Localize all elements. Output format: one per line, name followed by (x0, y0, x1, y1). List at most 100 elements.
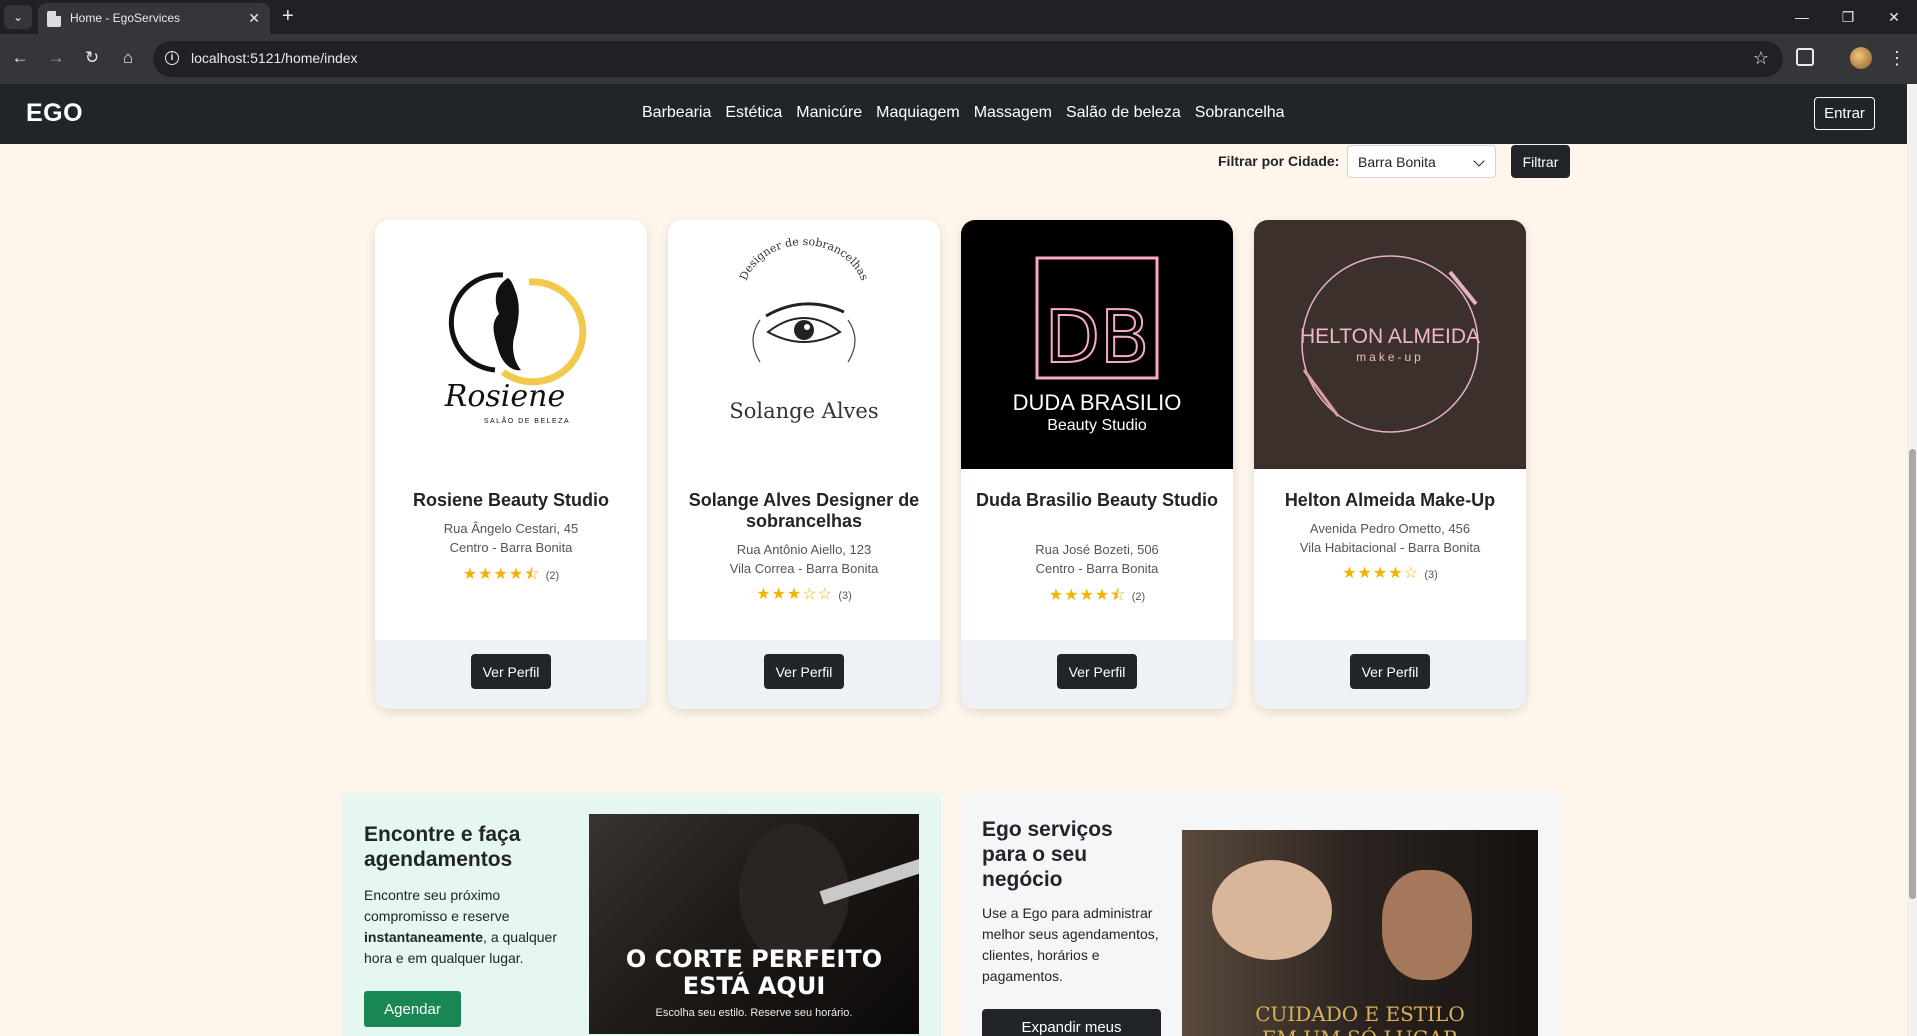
category-nav: Barbearia Estética Manicúre Maquiagem Ma… (642, 104, 1285, 122)
booking-promo-text: Encontre seu próximo compromisso e reser… (364, 887, 557, 966)
profile-avatar[interactable] (1850, 47, 1872, 69)
spa-barber-promo-image: CUIDADO E ESTILO EM UM SÓ LUGAR (1182, 830, 1538, 1036)
review-count: (3) (838, 590, 852, 602)
salon-address-city: Centro - Barra Bonita (449, 540, 573, 555)
schedule-button[interactable]: Agendar (364, 991, 461, 1027)
forward-arrow-icon[interactable]: → (44, 47, 68, 69)
view-profile-button[interactable]: Ver Perfil (1057, 654, 1137, 689)
star-rating: ★★★★⯪ (2) (375, 563, 647, 590)
page-scrollbar[interactable] (1907, 84, 1917, 1036)
nav-link-salao-de-beleza[interactable]: Salão de beleza (1066, 104, 1181, 122)
nav-link-maquiagem[interactable]: Maquiagem (876, 104, 960, 122)
new-tab-icon[interactable]: + (282, 5, 294, 27)
review-count: (2) (1131, 591, 1146, 603)
home-icon[interactable]: ⌂ (116, 47, 140, 69)
business-promo-panel: Ego serviços para o seu negócio Use a Eg… (961, 793, 1559, 1036)
nav-link-sobrancelha[interactable]: Sobrancelha (1195, 104, 1285, 122)
star-rating: ★★★☆☆ (3) (668, 584, 940, 604)
filter-button[interactable]: Filtrar (1511, 145, 1570, 178)
salon-card: HELTON ALMEIDA make-up Helton Almeida Ma… (1254, 220, 1526, 709)
tab-title: Home - EgoServices (70, 11, 181, 25)
image-subtitle: Escolha seu estilo. Reserve seu horário. (655, 1007, 853, 1019)
image-headline: O CORTE PERFEITO ESTÁ AQUI (625, 945, 883, 1000)
expand-business-button[interactable]: Expandir meus (982, 1009, 1161, 1036)
business-promo-title: Ego serviços para o seu negócio (982, 818, 1113, 891)
salon-address-street: Rua Ângelo Cestari, 45 (443, 521, 579, 536)
stars-icon: ★★★☆☆ (756, 586, 833, 603)
booking-promo-panel: Encontre e faça agendamentos Encontre se… (341, 793, 941, 1036)
svg-text:Beauty Studio: Beauty Studio (1047, 417, 1147, 434)
duda-brasilio-logo: DB DUDA BRASILIO Beauty Studio (961, 220, 1233, 469)
salon-address-city: Centro - Barra Bonita (1035, 561, 1159, 576)
svg-text:Solange Alves: Solange Alves (729, 399, 878, 423)
browser-toolbar: ← → ↻ ⌂ i localhost:5121/home/index ☆ ⋮ (0, 34, 1917, 84)
salon-card: DB DUDA BRASILIO Beauty Studio Duda Bras… (961, 220, 1233, 709)
salon-card: Rosiene SALÃO DE BELEZA Rosiene Beauty S… (375, 220, 647, 709)
site-info-icon[interactable]: i (165, 51, 179, 65)
login-button[interactable]: Entrar (1814, 97, 1875, 130)
salon-name: Rosiene Beauty Studio (412, 490, 610, 510)
window-close-icon[interactable]: ✕ (1871, 0, 1917, 34)
svg-text:DUDA BRASILIO: DUDA BRASILIO (1013, 390, 1182, 415)
restore-icon[interactable]: ❐ (1825, 0, 1871, 34)
salon-address-street: Rua Antônio Aiello, 123 (736, 542, 872, 557)
brand-logo[interactable]: EGO (26, 99, 83, 128)
browser-tab-active[interactable]: Home - EgoServices ✕ (38, 3, 270, 34)
url-text[interactable]: localhost:5121/home/index (191, 50, 358, 66)
svg-text:HELTON ALMEIDA: HELTON ALMEIDA (1300, 325, 1480, 348)
salon-name: Solange Alves Designer de sobrancelhas (688, 490, 920, 531)
image-headline: CUIDADO E ESTILO EM UM SÓ LUGAR (1255, 1002, 1465, 1036)
city-filter-label: Filtrar por Cidade: (1218, 153, 1340, 169)
tab-search-chevron-icon[interactable]: ⌄ (4, 5, 32, 29)
salon-address-city: Vila Habitacional - Barra Bonita (1299, 540, 1481, 555)
browser-menu-icon[interactable]: ⋮ (1888, 46, 1906, 70)
salon-name: Duda Brasilio Beauty Studio (975, 490, 1219, 510)
reload-icon[interactable]: ↻ (80, 47, 104, 69)
svg-text:SALÃO DE BELEZA: SALÃO DE BELEZA (484, 416, 570, 425)
star-rating: ★★★★⯪ (2) (961, 584, 1233, 611)
business-promo-text: Use a Ego para administrar melhor seus a… (982, 905, 1159, 984)
address-bar[interactable]: i localhost:5121/home/index ☆ (153, 41, 1783, 77)
nav-link-estetica[interactable]: Estética (725, 104, 782, 122)
view-profile-button[interactable]: Ver Perfil (764, 654, 844, 689)
bookmark-star-icon[interactable]: ☆ (1753, 48, 1769, 69)
extensions-icon[interactable] (1796, 48, 1814, 66)
city-select[interactable]: Barra Bonita (1347, 145, 1496, 178)
chevron-down-icon (1473, 155, 1485, 167)
svg-text:Rosiene: Rosiene (444, 379, 565, 414)
page-favicon-icon (47, 11, 61, 27)
salon-name: Helton Almeida Make-Up (1284, 490, 1496, 510)
nav-link-manicure[interactable]: Manicúre (796, 104, 862, 122)
salon-address-street: Rua José Bozeti, 506 (1035, 542, 1159, 557)
salon-card: Designer de sobrancelhas Solange Alves S… (668, 220, 940, 709)
svg-text:make-up: make-up (1356, 350, 1424, 364)
scrollbar-thumb[interactable] (1909, 449, 1916, 899)
back-arrow-icon[interactable]: ← (8, 47, 32, 69)
nav-link-barbearia[interactable]: Barbearia (642, 104, 711, 122)
barber-promo-image: O CORTE PERFEITO ESTÁ AQUI Escolha seu e… (589, 814, 919, 1034)
nav-link-massagem[interactable]: Massagem (974, 104, 1052, 122)
review-count: (2) (545, 570, 560, 582)
view-profile-button[interactable]: Ver Perfil (471, 654, 551, 689)
review-count: (3) (1424, 569, 1438, 581)
svg-text:DB: DB (1045, 295, 1150, 379)
browser-tabbar: ⌄ Home - EgoServices ✕ + — ❐ ✕ (0, 0, 1917, 34)
barber-client-shape (1382, 870, 1472, 980)
client-face-shape (1212, 860, 1332, 960)
site-navbar: EGO Barbearia Estética Manicúre Maquiage… (0, 84, 1907, 144)
stars-icon: ★★★★⯪ (462, 566, 541, 583)
stars-icon: ★★★★⯪ (1048, 587, 1127, 604)
stars-icon: ★★★★☆ (1342, 565, 1419, 582)
window-controls: — ❐ ✕ (1779, 0, 1917, 34)
salon-address-street: Avenida Pedro Ometto, 456 (1309, 521, 1471, 536)
rosiene-logo: Rosiene SALÃO DE BELEZA (375, 220, 647, 469)
helton-almeida-logo: HELTON ALMEIDA make-up (1254, 220, 1526, 469)
solange-logo: Designer de sobrancelhas Solange Alves (668, 220, 940, 469)
salon-address-city: Vila Correa - Barra Bonita (729, 561, 879, 576)
tab-close-icon[interactable]: ✕ (248, 10, 260, 27)
city-select-value: Barra Bonita (1358, 154, 1436, 170)
booking-promo-title: Encontre e faça agendamentos (364, 823, 521, 871)
view-profile-button[interactable]: Ver Perfil (1350, 654, 1430, 689)
star-rating: ★★★★☆ (3) (1254, 563, 1526, 583)
minimize-icon[interactable]: — (1779, 0, 1825, 34)
